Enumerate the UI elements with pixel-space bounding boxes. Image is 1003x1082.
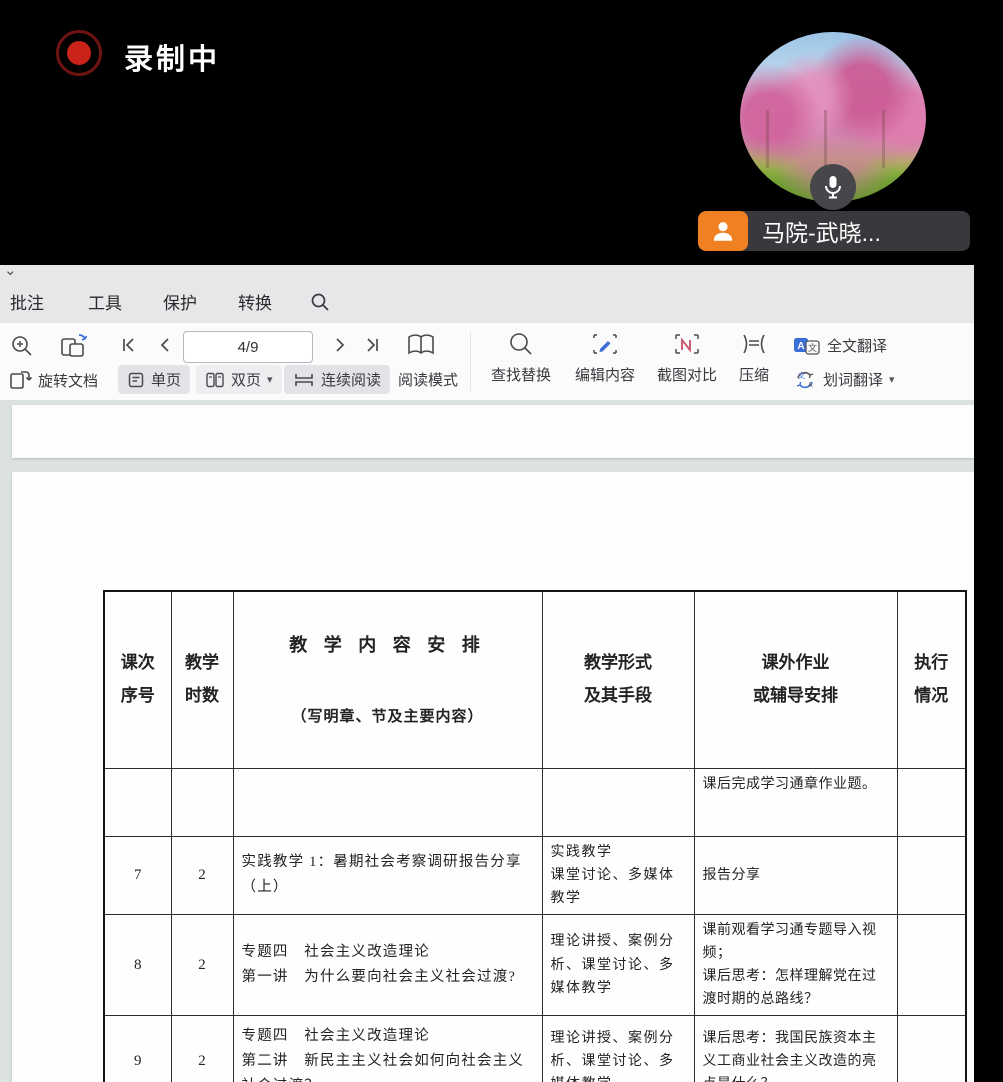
page-indicator-input[interactable]: 4/9 [183,331,313,363]
menu-tab-tools[interactable]: 工具 [88,289,122,314]
cell-status [897,768,966,836]
table-header-row: 课次 序号 教学 时数 教 学 内 容 安 排 （写明章、节及主要内容） 教学形… [104,591,966,768]
document-area[interactable]: 课次 序号 教学 时数 教 学 内 容 安 排 （写明章、节及主要内容） 教学形… [0,400,974,1082]
cell-lesson-no: 8 [104,914,171,1015]
header-format: 教学形式 及其手段 [542,591,694,768]
search-icon[interactable] [310,292,330,312]
table-row: 8 2 专题四 社会主义改造理论 第一讲 为什么要向社会主义社会过渡? 理论讲授… [104,914,966,1015]
menu-tab-protect[interactable]: 保护 [163,289,197,314]
read-mode-label: 阅读模式 [398,369,458,390]
rotate-document-label: 旋转文档 [38,370,98,391]
cell-homework: 报告分享 [694,836,897,914]
cell-hours: 2 [171,1016,233,1082]
toolbar: 4/9 [0,323,974,401]
chevron-down-icon: ▾ [889,373,895,386]
header-content: 教 学 内 容 安 排 （写明章、节及主要内容） [233,591,542,768]
person-icon [698,211,748,251]
cell-hours: 2 [171,914,233,1015]
participant-name: 马院-武晓... [762,214,881,248]
double-page-button[interactable]: 双页 ▾ [196,365,282,394]
cell-format [542,768,694,836]
svg-text:A: A [808,382,813,389]
cell-lesson-no: 9 [104,1016,171,1082]
word-translation-label: 划词翻译 [823,369,883,390]
edit-content-label: 编辑内容 [575,364,635,385]
pdf-viewer-window: ⌄ 批注 工具 保护 转换 [0,265,974,1082]
table-row: 9 2 专题四 社会主义改造理论 第二讲 新民主主义社会如何向社会主义社会过渡？… [104,1016,966,1082]
table-row: 课后完成学习通章作业题。 [104,768,966,836]
compress-button[interactable]: 压缩 [726,331,782,385]
cell-homework: 课后思考：我国民族资本主义工商业社会主义改造的亮点是什么？ [694,1016,897,1082]
svg-text:A: A [797,341,804,352]
participant-name-tag: 马院-武晓... [698,211,970,251]
word-translation-button[interactable]: 文 A 划词翻译 ▾ [793,369,895,390]
cell-status [897,1016,966,1082]
last-page-icon[interactable] [363,336,381,354]
header-content-title: 教 学 内 容 安 排 [236,628,540,662]
screen: 录制中 马院-武晓... ⌄ 批注 工具 保护 转换 [0,0,1003,1082]
cell-format: 理论讲授、案例分析、课堂讨论、多媒体教学 [542,914,694,1015]
book-icon [406,332,436,358]
single-page-button[interactable]: 单页 [118,365,190,394]
header-hours: 教学 时数 [171,591,233,768]
continuous-read-label: 连续阅读 [321,369,381,390]
table-row: 7 2 实践教学 1：暑期社会考察调研报告分享（上） 实践教学 课堂讨论、多媒体… [104,836,966,914]
rotate-document-button[interactable]: 旋转文档 [8,368,98,392]
double-page-label: 双页 [231,369,261,390]
chevron-down-icon: ▾ [267,373,273,386]
recording-dot [67,41,91,65]
recording-indicator-icon [56,30,102,76]
cell-homework: 课前观看学习通专题导入视频； 课后思考：怎样理解党在过渡时期的总路线？ [694,914,897,1015]
header-homework: 课外作业 或辅导安排 [694,591,897,768]
previous-page-bottom [12,405,974,458]
header-lesson-no: 课次 序号 [104,591,171,768]
svg-text:文: 文 [798,371,805,380]
organize-pages-icon[interactable] [58,331,90,361]
cell-content [233,768,542,836]
cell-hours: 2 [171,836,233,914]
cell-status [897,836,966,914]
cell-format: 理论讲授、案例分析、课堂讨论、多媒体教学 [542,1016,694,1082]
zoom-icon[interactable] [10,334,34,358]
svg-text:文: 文 [808,342,817,353]
menu-bar: ⌄ 批注 工具 保护 转换 [0,265,974,324]
cell-lesson-no: 7 [104,836,171,914]
first-page-icon[interactable] [120,336,138,354]
cell-content: 实践教学 1：暑期社会考察调研报告分享（上） [233,836,542,914]
cell-content: 专题四 社会主义改造理论 第一讲 为什么要向社会主义社会过渡? [233,914,542,1015]
teaching-schedule-table: 课次 序号 教学 时数 教 学 内 容 安 排 （写明章、节及主要内容） 教学形… [103,590,967,1082]
header-status: 执行 情况 [897,591,966,768]
prev-page-icon[interactable] [156,336,174,354]
toolbar-divider [470,331,471,391]
full-translation-label: 全文翻译 [827,335,887,356]
cell-hours [171,768,233,836]
full-translation-button[interactable]: A 文 全文翻译 [793,335,887,356]
menu-tab-convert[interactable]: 转换 [238,289,272,314]
cell-content: 专题四 社会主义改造理论 第二讲 新民主主义社会如何向社会主义社会过渡？ [233,1016,542,1082]
recording-label: 录制中 [124,36,220,78]
single-page-label: 单页 [151,369,181,390]
cell-homework: 课后完成学习通章作业题。 [694,768,897,836]
edit-content-button[interactable]: 编辑内容 [563,331,647,385]
cell-format: 实践教学 课堂讨论、多媒体教学 [542,836,694,914]
header-content-sub: （写明章、节及主要内容） [236,703,540,732]
read-mode-button[interactable]: 阅读模式 [398,369,458,390]
screenshot-compare-label: 截图对比 [657,364,717,385]
find-replace-button[interactable]: 查找替换 [480,331,562,385]
cell-lesson-no [104,768,171,836]
find-replace-label: 查找替换 [491,364,551,385]
current-page: 课次 序号 教学 时数 教 学 内 容 安 排 （写明章、节及主要内容） 教学形… [12,472,974,1082]
menu-tab-annotate[interactable]: 批注 [10,289,44,314]
cell-status [897,914,966,1015]
microphone-icon[interactable] [810,164,856,210]
compress-label: 压缩 [739,364,769,385]
screenshot-compare-button[interactable]: 截图对比 [645,331,729,385]
continuous-read-button[interactable]: 连续阅读 [284,365,390,394]
next-page-icon[interactable] [331,336,349,354]
collapse-toolbar-icon[interactable]: ⌄ [4,261,17,279]
